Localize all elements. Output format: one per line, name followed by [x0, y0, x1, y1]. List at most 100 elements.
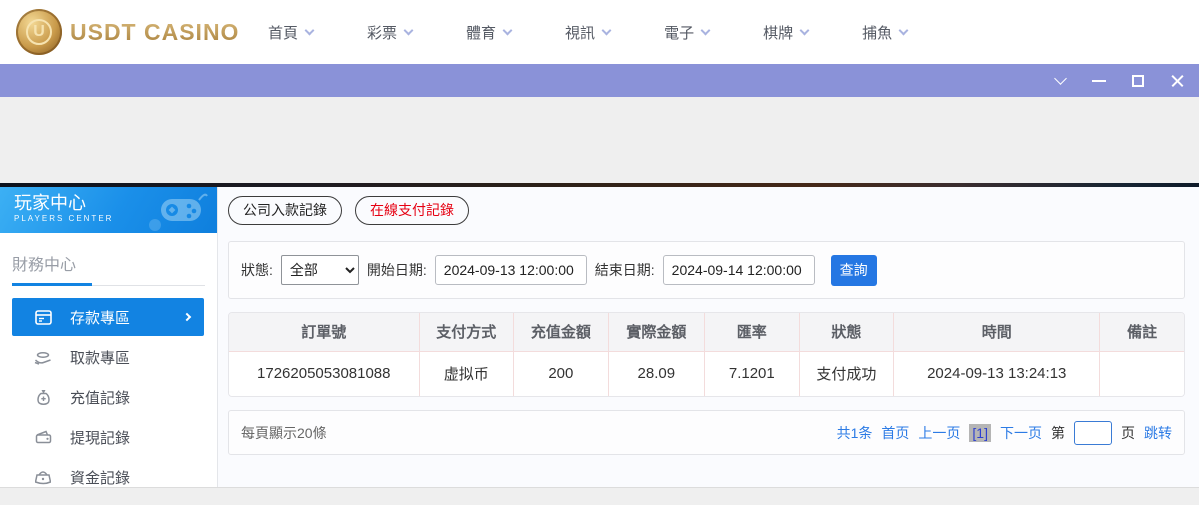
maximize-icon[interactable]: [1130, 73, 1146, 89]
cell-remark: [1099, 351, 1184, 396]
col-remark: 備註: [1099, 313, 1184, 352]
nav-item-lottery[interactable]: 彩票: [367, 22, 414, 43]
main-menu: 首頁 彩票 體育 視訊 電子 棋牌 捕魚: [268, 0, 909, 64]
col-payment-method: 支付方式: [419, 313, 515, 352]
nav-label: 電子: [664, 24, 695, 42]
sidebar-item-label: 資金記錄: [70, 469, 131, 487]
jump-prefix-label: 第: [1051, 424, 1065, 441]
sidebar-item-label: 存款專區: [70, 309, 131, 327]
game-controller-icon: [149, 193, 208, 231]
total-count: 共1条: [836, 424, 873, 441]
tab-online-payment-records[interactable]: 在線支付記錄: [355, 196, 469, 225]
nav-label: 首頁: [268, 24, 299, 42]
nav-label: 捕魚: [862, 24, 893, 42]
cell-recharge-amount: 200: [513, 351, 609, 396]
cell-status: 支付成功: [799, 351, 895, 396]
filter-bar: 狀態: 全部 開始日期: 結束日期: 查詢: [228, 241, 1185, 299]
end-date-label: 結束日期:: [594, 262, 655, 278]
chevron-down-icon: [304, 25, 315, 35]
sidebar: 玩家中心 PLAYERS CENTER 財務中心 存款專區 取款專區 充值記錄 …: [0, 187, 218, 487]
col-status: 狀態: [799, 313, 895, 352]
nav-item-cards[interactable]: 棋牌: [763, 22, 810, 43]
chevron-down-icon: [601, 25, 612, 35]
records-table: 訂單號 支付方式 充值金額 實際金額 匯率 狀態 時間 備註 172620505…: [228, 312, 1185, 397]
minimize-icon[interactable]: [1091, 73, 1107, 89]
per-page-text: 每頁顯示20條: [241, 424, 327, 441]
col-actual-amount: 實際金額: [608, 313, 706, 352]
start-date-label: 開始日期:: [366, 262, 427, 278]
card-icon: [34, 308, 52, 326]
end-date-input[interactable]: [662, 255, 815, 285]
window-titlebar: [0, 64, 1199, 97]
collapse-chevron-icon[interactable]: [1052, 72, 1068, 89]
cell-exchange-rate: 7.1201: [704, 351, 800, 396]
col-exchange-rate: 匯率: [704, 313, 800, 352]
logo-text: USDT CASINO: [70, 18, 240, 45]
chevron-right-icon: [182, 312, 192, 322]
close-icon[interactable]: [1169, 73, 1185, 89]
next-page-link[interactable]: 下一页: [1000, 423, 1042, 443]
pagination-controls: 共1条 首页 上一页 [1] 下一页 第 页 跳转: [836, 420, 1172, 445]
chevron-down-icon: [403, 25, 414, 35]
page-jump-input[interactable]: [1074, 420, 1112, 445]
col-time: 時間: [893, 313, 1101, 352]
prev-page-link[interactable]: 上一页: [918, 423, 960, 443]
sidebar-item-deposit[interactable]: 存款專區: [12, 298, 204, 336]
sidebar-item-funds[interactable]: 資金記錄: [12, 458, 204, 496]
nav-item-video[interactable]: 視訊: [565, 22, 612, 43]
current-page-indicator: [1]: [969, 423, 991, 442]
brand-logo: U USDT CASINO: [16, 9, 239, 55]
chevron-down-icon: [799, 25, 810, 35]
sidebar-item-cashout[interactable]: 提現記錄: [12, 418, 204, 456]
nav-item-slots[interactable]: 電子: [664, 22, 711, 43]
nav-label: 視訊: [565, 24, 596, 42]
chevron-down-icon: [700, 25, 711, 35]
col-recharge-amount: 充值金額: [513, 313, 609, 352]
search-button[interactable]: 查詢: [830, 254, 877, 286]
nav-label: 彩票: [367, 24, 398, 42]
cell-actual-amount: 28.09: [608, 351, 706, 396]
wallet-icon: [34, 428, 52, 446]
nav-item-fishing[interactable]: 捕魚: [862, 22, 909, 43]
content-panel: 公司入款記錄 在線支付記錄 狀態: 全部 開始日期: 結束日期: 查詢: [218, 187, 1199, 487]
finance-center-section: 財務中心: [0, 233, 217, 286]
sidebar-item-label: 充值記錄: [70, 389, 131, 407]
section-underline: [12, 283, 205, 286]
start-date-input[interactable]: [434, 255, 587, 285]
top-nav-bar: U USDT CASINO 首頁 彩票 體育 視訊 電子 棋牌 捕魚: [0, 0, 1199, 64]
sidebar-item-withdraw[interactable]: 取款專區: [12, 338, 204, 376]
chevron-down-icon: [898, 25, 909, 35]
chevron-down-icon: [502, 25, 513, 35]
tab-company-deposit-records[interactable]: 公司入款記錄: [228, 196, 342, 225]
cell-payment-method: 虚拟币: [419, 351, 515, 396]
section-title: 財務中心: [12, 257, 77, 274]
nav-label: 體育: [466, 24, 497, 42]
banner-area: [0, 97, 1199, 183]
jump-suffix-label: 页: [1121, 424, 1135, 441]
logo-letter: U: [26, 19, 52, 45]
nav-label: 棋牌: [763, 24, 794, 42]
players-center-header: 玩家中心 PLAYERS CENTER: [0, 187, 217, 233]
table-row: 1726205053081088 虚拟币 200 28.09 7.1201 支付…: [229, 351, 1184, 396]
status-select[interactable]: 全部: [280, 255, 359, 285]
nav-item-sports[interactable]: 體育: [466, 22, 513, 43]
first-page-link[interactable]: 首页: [881, 423, 909, 443]
purse-icon: [34, 468, 52, 486]
sidebar-item-label: 提現記錄: [70, 429, 131, 447]
sidebar-menu: 存款專區 取款專區 充值記錄 提現記錄 資金記錄: [0, 298, 217, 496]
sidebar-item-recharge[interactable]: 充值記錄: [12, 378, 204, 416]
table-header-row: 訂單號 支付方式 充值金額 實際金額 匯率 狀態 時間 備註: [229, 313, 1184, 352]
sidebar-item-label: 取款專區: [70, 349, 131, 367]
pagination-bar: 每頁顯示20條 共1条 首页 上一页 [1] 下一页 第 页 跳转: [228, 410, 1185, 455]
cell-order-no: 1726205053081088: [229, 351, 420, 396]
status-label: 狀態:: [241, 262, 273, 278]
record-tabs: 公司入款記錄 在線支付記錄: [228, 196, 1185, 225]
nav-item-home[interactable]: 首頁: [268, 22, 315, 43]
main-area: 玩家中心 PLAYERS CENTER 財務中心 存款專區 取款專區 充值記錄 …: [0, 187, 1199, 487]
hand-coins-icon: [34, 348, 52, 366]
money-bag-icon: [34, 388, 52, 406]
col-order-no: 訂單號: [229, 313, 420, 352]
logo-ball-icon: U: [16, 9, 62, 55]
cell-time: 2024-09-13 13:24:13: [893, 351, 1101, 396]
jump-action-link[interactable]: 跳转: [1144, 423, 1172, 443]
